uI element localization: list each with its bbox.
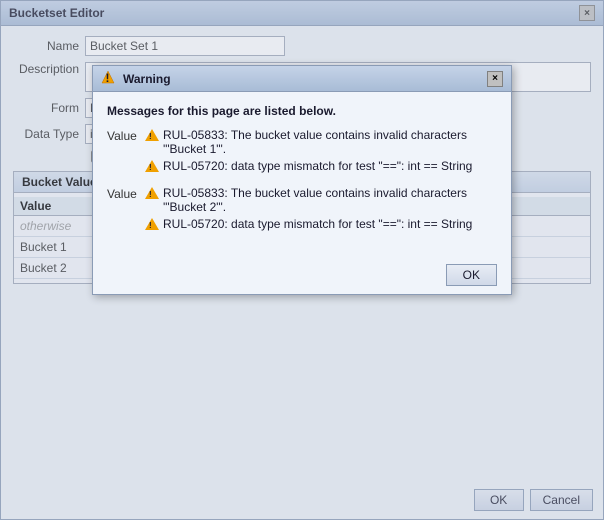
warning-messages-2: RUL-05833: The bucket value contains inv… <box>145 186 497 234</box>
warning-icon: ! <box>101 70 115 87</box>
warning-block-2: Value RUL-05833: The bucket value contai… <box>107 186 497 234</box>
warning-row-1: Value RUL-05833: The bucket value contai… <box>107 128 497 176</box>
modal-close-button[interactable]: × <box>487 71 503 87</box>
value-label-1: Value <box>107 128 145 143</box>
warning-msg-2a: RUL-05833: The bucket value contains inv… <box>145 186 497 214</box>
svg-text:!: ! <box>106 71 110 84</box>
warning-triangle-icon <box>145 159 159 173</box>
modal-overlay: ! Warning × Messages for this page are l… <box>0 0 604 520</box>
warning-msg-1a: RUL-05833: The bucket value contains inv… <box>145 128 497 156</box>
warning-text-2b: RUL-05720: data type mismatch for test "… <box>163 217 472 231</box>
warning-triangle-icon <box>145 128 159 142</box>
warning-text-2a: RUL-05833: The bucket value contains inv… <box>163 186 497 214</box>
warning-msg-2b: RUL-05720: data type mismatch for test "… <box>145 217 497 231</box>
warning-triangle-icon <box>145 186 159 200</box>
modal-body: Messages for this page are listed below.… <box>93 92 511 256</box>
value-label-2: Value <box>107 186 145 201</box>
warning-text-1a: RUL-05833: The bucket value contains inv… <box>163 128 497 156</box>
modal-header-text: Messages for this page are listed below. <box>107 104 497 118</box>
modal-footer: OK <box>93 256 511 294</box>
warning-block-1: Value RUL-05833: The bucket value contai… <box>107 128 497 176</box>
warning-row-2: Value RUL-05833: The bucket value contai… <box>107 186 497 234</box>
warning-msg-1b: RUL-05720: data type mismatch for test "… <box>145 159 497 173</box>
warning-messages-1: RUL-05833: The bucket value contains inv… <box>145 128 497 176</box>
warning-modal: ! Warning × Messages for this page are l… <box>92 65 512 295</box>
warning-text-1b: RUL-05720: data type mismatch for test "… <box>163 159 472 173</box>
warning-triangle-icon <box>145 217 159 231</box>
modal-ok-button[interactable]: OK <box>446 264 497 286</box>
modal-title: Warning <box>123 72 171 86</box>
modal-title-bar: ! Warning × <box>93 66 511 92</box>
